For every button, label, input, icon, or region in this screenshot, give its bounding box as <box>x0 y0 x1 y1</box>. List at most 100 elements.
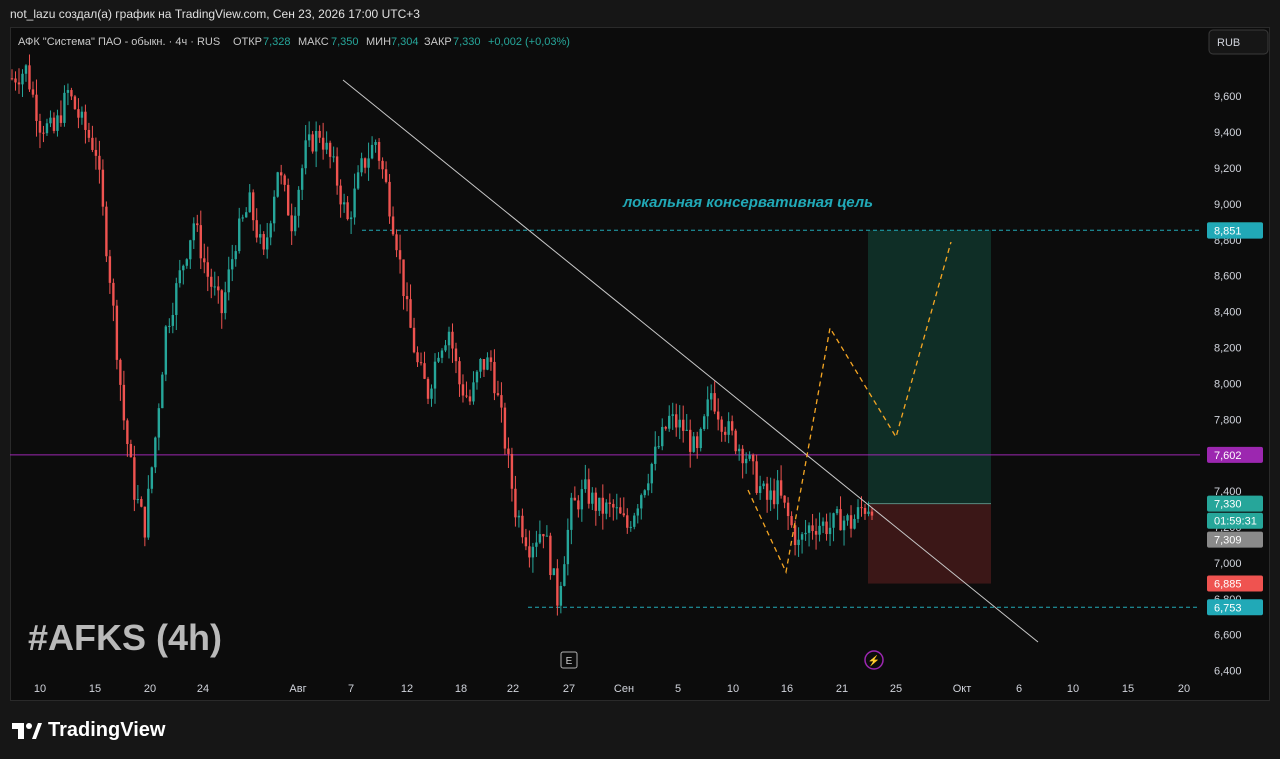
time-tick: 20 <box>144 683 156 695</box>
candle-body <box>584 479 587 490</box>
candle-body <box>105 206 108 257</box>
candle-body <box>122 384 126 421</box>
tradingview-logo[interactable]: TradingView <box>12 719 165 742</box>
price-label: 01:59:31 <box>1214 516 1257 528</box>
candle-body <box>570 497 573 530</box>
candle-body <box>419 362 423 364</box>
candle-body <box>807 525 811 533</box>
candle-body <box>636 508 639 516</box>
candle-body <box>744 458 748 464</box>
candle-body <box>531 546 535 558</box>
candle-body <box>797 539 800 546</box>
price-label: 6,753 <box>1214 602 1242 614</box>
candle-body <box>461 384 465 396</box>
price-tick: 8,200 <box>1214 343 1242 355</box>
candle-body <box>682 419 685 431</box>
price-tick: 7,000 <box>1214 558 1242 570</box>
candle-body <box>870 511 874 516</box>
tradingview-logo-icon <box>12 722 42 739</box>
candle-body <box>129 444 133 458</box>
candle-body <box>629 526 632 528</box>
candle-body <box>500 395 503 408</box>
candle-body <box>119 359 122 385</box>
time-axis[interactable]: 10 15 20 24 Авг 7 12 18 22 27 Сен 5 10 16 21 25 Окт 6 10 15… <box>34 683 1190 695</box>
candle-body <box>853 518 856 529</box>
candle-body <box>846 515 849 521</box>
candle-body <box>591 492 594 504</box>
candle-body <box>433 361 437 389</box>
candle-body <box>479 359 482 372</box>
candle-body <box>598 497 601 511</box>
candle-body <box>856 507 860 519</box>
candle-body <box>423 363 426 379</box>
tradingview-brand: TradingView <box>48 719 166 741</box>
earnings-marker[interactable]: E <box>560 651 578 669</box>
candle-body <box>566 529 570 565</box>
candle-body <box>42 132 45 134</box>
price-label: 7,330 <box>1214 499 1242 511</box>
candle-body <box>716 411 720 420</box>
candle-body <box>482 359 486 370</box>
currency-label[interactable]: RUB <box>1217 37 1240 49</box>
candle-body <box>842 520 846 531</box>
stop-zone[interactable] <box>868 503 991 584</box>
candle-body <box>828 527 832 535</box>
candle-body <box>605 502 608 514</box>
chart-canvas[interactable]: локальная консервативная цель #AFKS (4h)… <box>0 0 1280 759</box>
price-label: 7,602 <box>1214 450 1242 462</box>
candle-body <box>671 414 674 416</box>
candle-body <box>24 65 28 74</box>
candle-body <box>437 357 440 362</box>
candle-body <box>279 172 283 176</box>
candle-body <box>818 525 821 535</box>
target-zone[interactable] <box>868 230 991 504</box>
candle-body <box>755 461 758 493</box>
candle-body <box>783 495 786 503</box>
candle-body <box>35 94 38 121</box>
annotation-text[interactable]: локальная консервативная цель <box>622 194 873 211</box>
candle-body <box>737 448 741 452</box>
candle-body <box>496 393 500 396</box>
candle-body <box>811 525 814 532</box>
candle-body <box>133 457 136 500</box>
candle-body <box>210 276 213 287</box>
candle-body <box>59 115 63 123</box>
price-tick: 6,400 <box>1214 666 1242 678</box>
candle-body <box>297 189 300 216</box>
currency-button[interactable]: RUB <box>1208 29 1269 55</box>
candle-body <box>199 225 202 259</box>
legend-high-label: МАКС <box>298 36 329 48</box>
time-tick: 16 <box>781 683 793 695</box>
candle-body <box>339 185 342 205</box>
legend-change: +0,002 (+0,03%) <box>488 36 570 48</box>
candle-body <box>559 585 563 606</box>
candle-body <box>779 480 783 496</box>
candle-body <box>699 428 702 449</box>
candle-body <box>45 123 49 134</box>
candle-body <box>255 220 258 238</box>
time-tick: 20 <box>1178 683 1190 695</box>
candle-body <box>290 215 293 232</box>
candle-body <box>241 217 244 219</box>
candle-body <box>615 507 618 509</box>
candle-body <box>514 488 517 518</box>
earnings-label: E <box>566 656 573 667</box>
candle-body <box>839 509 842 531</box>
candle-body <box>269 223 272 238</box>
candle-body <box>164 326 168 375</box>
candle-body <box>178 270 182 284</box>
candle-body <box>161 374 164 409</box>
candle-body <box>538 534 542 543</box>
candle-body <box>370 144 374 159</box>
candle-body <box>73 96 77 110</box>
time-tick: 10 <box>34 683 46 695</box>
time-tick: 10 <box>1067 683 1079 695</box>
candle-body <box>486 357 489 370</box>
ohlc-legend: АФК "Система" ПАО - обыкн. · 4ч · RUS ОТ… <box>18 36 570 48</box>
lightning-marker[interactable]: ⚡ <box>864 650 884 670</box>
candle-body <box>175 283 178 315</box>
time-tick: 15 <box>89 683 101 695</box>
price-label: 7,309 <box>1214 535 1242 547</box>
candle-body <box>272 196 276 224</box>
candle-body <box>517 515 521 518</box>
